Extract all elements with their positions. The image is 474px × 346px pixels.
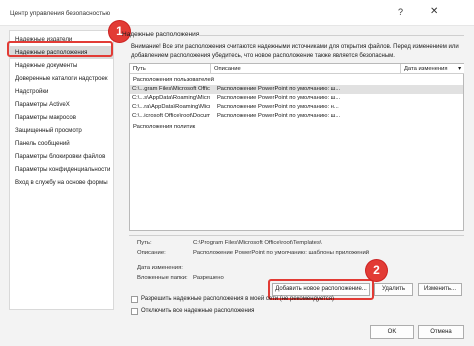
sidebar-item-trusted-documents[interactable]: Надежные документы <box>10 59 113 72</box>
row-path: C:\...icrosoft Office\root\Document Them… <box>132 113 210 119</box>
sidebar-item-macros[interactable]: Параметры макросов <box>10 111 113 124</box>
table-row[interactable]: C:\...icrosoft Office\root\Document Them… <box>130 112 463 121</box>
column-label-path: Путь <box>133 66 146 72</box>
sidebar-highlight-box <box>7 41 113 57</box>
row-path: C:\...ra\AppData\Roaming\Microsoft\Addin… <box>132 104 210 110</box>
section-divider <box>198 35 464 36</box>
sidebar-item-addins[interactable]: Надстройки <box>10 85 113 98</box>
help-icon[interactable]: ? <box>398 7 403 17</box>
path-value: C:\Program Files\Microsoft Office\root\T… <box>193 240 322 246</box>
disable-all-checkbox[interactable] <box>131 308 138 315</box>
sidebar-item-activex[interactable]: Параметры ActiveX <box>10 98 113 111</box>
subfolders-value: Разрешено <box>193 275 224 281</box>
sidebar-item-file-block[interactable]: Параметры блокировки файлов <box>10 150 113 163</box>
table-row[interactable]: C:\...ra\AppData\Roaming\Microsoft\Addin… <box>130 103 463 112</box>
table-row[interactable]: C:\...gram Files\Microsoft Office\root\T… <box>130 85 463 94</box>
row-path: C:\...s\AppData\Roaming\Microsoft\Templa… <box>132 95 210 101</box>
allow-network-label: Разрешить надежные расположения в моей с… <box>141 296 335 302</box>
sidebar: Надежные издатели Надежные расположения … <box>9 30 114 310</box>
disable-all-label: Отключить все надежные расположения <box>141 308 255 314</box>
modify-button[interactable]: Изменить... <box>418 283 462 296</box>
column-label-description: Описание <box>214 66 241 72</box>
group-header-policy: Расположения политик <box>133 124 196 130</box>
sidebar-item-form-signin[interactable]: Вход в службу на основе формы <box>10 176 113 189</box>
sort-arrow-icon: ▾ <box>458 66 461 72</box>
path-label: Путь: <box>137 240 152 246</box>
step-badge-2: 2 <box>366 260 387 281</box>
group-header-user: Расположения пользователей <box>133 77 214 83</box>
row-description: Расположение PowerPoint по умолчанию: ш.… <box>217 95 341 101</box>
column-header-path[interactable]: Путь <box>130 64 211 74</box>
description-label: Описание: <box>137 250 166 256</box>
title-bar: Центр управления безопасностью ? ✕ <box>0 0 474 26</box>
row-description: Расположение PowerPoint по умолчанию: ш.… <box>217 113 341 119</box>
remove-button[interactable]: Удалить <box>374 283 413 296</box>
cancel-button[interactable]: Отмена <box>418 325 464 339</box>
warning-text: Внимание! Все эти расположения считаются… <box>131 44 459 59</box>
column-label-date: Дата изменения <box>404 66 448 72</box>
column-header-description[interactable]: Описание <box>211 64 401 74</box>
row-description: Расположение PowerPoint по умолчанию: н.… <box>217 104 339 110</box>
subfolders-label: Вложенные папки: <box>137 275 188 281</box>
close-icon[interactable]: ✕ <box>430 6 438 17</box>
section-title: Надежные расположения <box>122 31 200 38</box>
locations-table: Путь Описание Дата изменения ▾ Расположе… <box>129 63 464 231</box>
trust-center-dialog: Центр управления безопасностью ? ✕ Надеж… <box>0 0 474 346</box>
row-description: Расположение PowerPoint по умолчанию: ш.… <box>217 86 341 92</box>
ok-button[interactable]: OK <box>370 325 414 339</box>
column-header-date[interactable]: Дата изменения ▾ <box>401 64 464 74</box>
description-value: Расположение PowerPoint по умолчанию: ша… <box>193 250 370 256</box>
sidebar-item-protected-view[interactable]: Защищенный просмотр <box>10 124 113 137</box>
table-row[interactable]: C:\...s\AppData\Roaming\Microsoft\Templa… <box>130 94 463 103</box>
allow-network-checkbox[interactable] <box>131 296 138 303</box>
sidebar-item-addin-catalogs[interactable]: Доверенные каталоги надстроек <box>10 72 113 85</box>
sidebar-item-privacy[interactable]: Параметры конфиденциальности <box>10 163 113 176</box>
sidebar-item-message-bar[interactable]: Панель сообщений <box>10 137 113 150</box>
date-label: Дата изменения: <box>137 265 183 271</box>
window-title: Центр управления безопасностью <box>10 10 111 17</box>
row-path: C:\...gram Files\Microsoft Office\root\T… <box>132 86 210 92</box>
details-divider <box>129 235 464 236</box>
